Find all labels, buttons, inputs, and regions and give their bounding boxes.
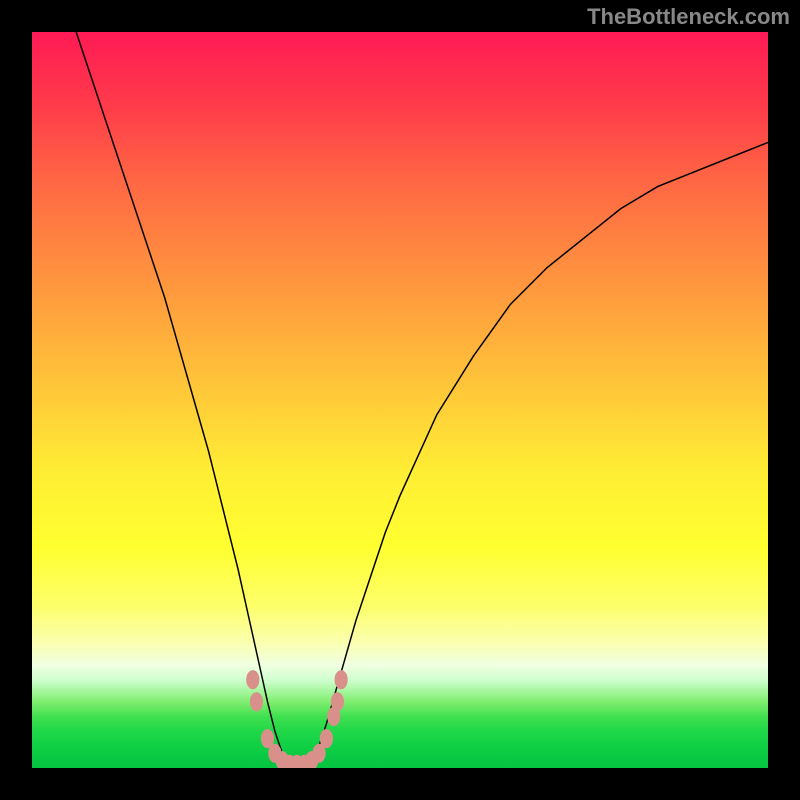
marker-dot	[331, 692, 344, 711]
chart-container: TheBottleneck.com	[0, 0, 800, 800]
marker-dot	[334, 670, 347, 689]
chart-svg	[32, 32, 768, 768]
marker-dot	[320, 729, 333, 748]
marker-dot	[246, 670, 259, 689]
highlight-markers	[246, 670, 348, 768]
watermark-text: TheBottleneck.com	[587, 4, 790, 30]
marker-dot	[250, 692, 263, 711]
bottleneck-curve-line	[76, 32, 768, 768]
plot-area	[32, 32, 768, 768]
